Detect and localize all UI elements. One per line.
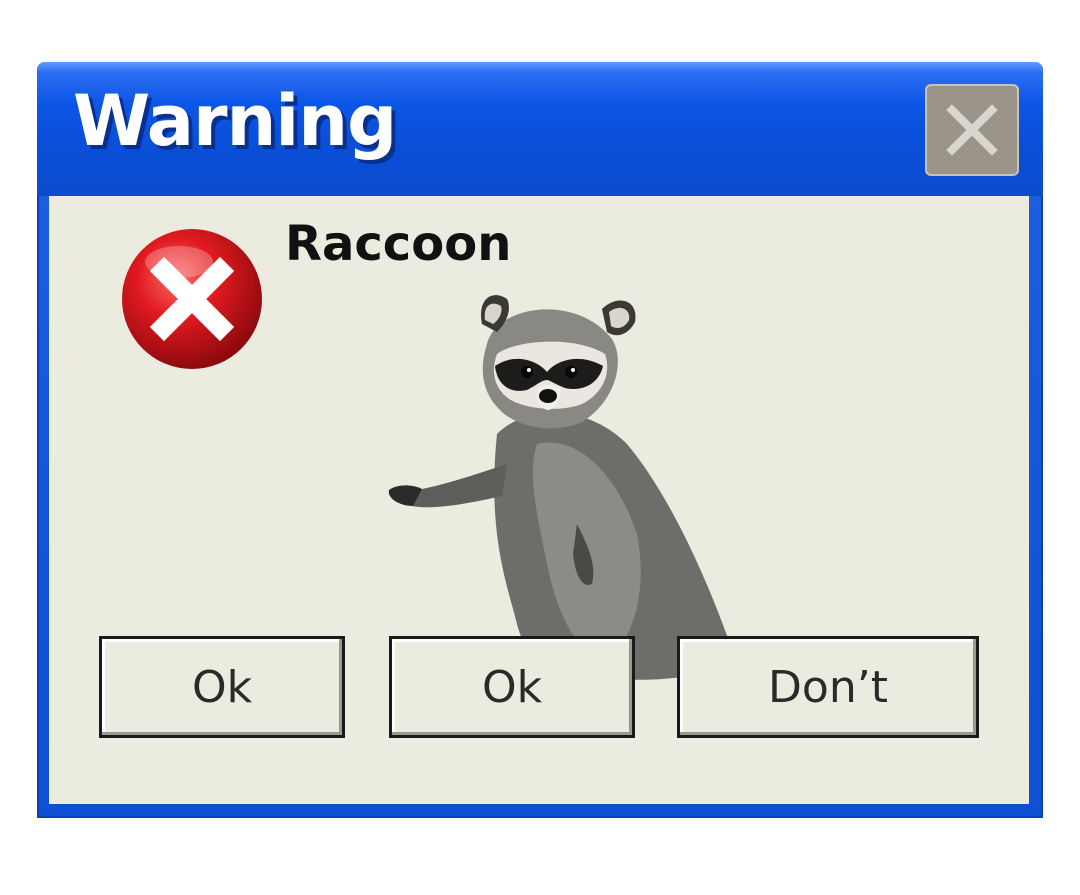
message-text: Raccoon <box>285 216 512 272</box>
close-button[interactable] <box>925 84 1019 176</box>
dialog-body: Raccoon Ok Ok Don’t <box>49 196 1029 804</box>
error-icon <box>122 229 262 369</box>
dialog-title: Warning <box>73 80 397 162</box>
titlebar[interactable]: Warning <box>37 62 1043 196</box>
dont-button[interactable]: Don’t <box>677 636 979 738</box>
ok-button-2[interactable]: Ok <box>389 636 635 738</box>
close-icon <box>946 104 998 156</box>
ok-button-1[interactable]: Ok <box>99 636 345 738</box>
warning-dialog: Warning Raccoon Ok Ok Don’t <box>37 62 1043 818</box>
raccoon-image <box>388 295 737 684</box>
